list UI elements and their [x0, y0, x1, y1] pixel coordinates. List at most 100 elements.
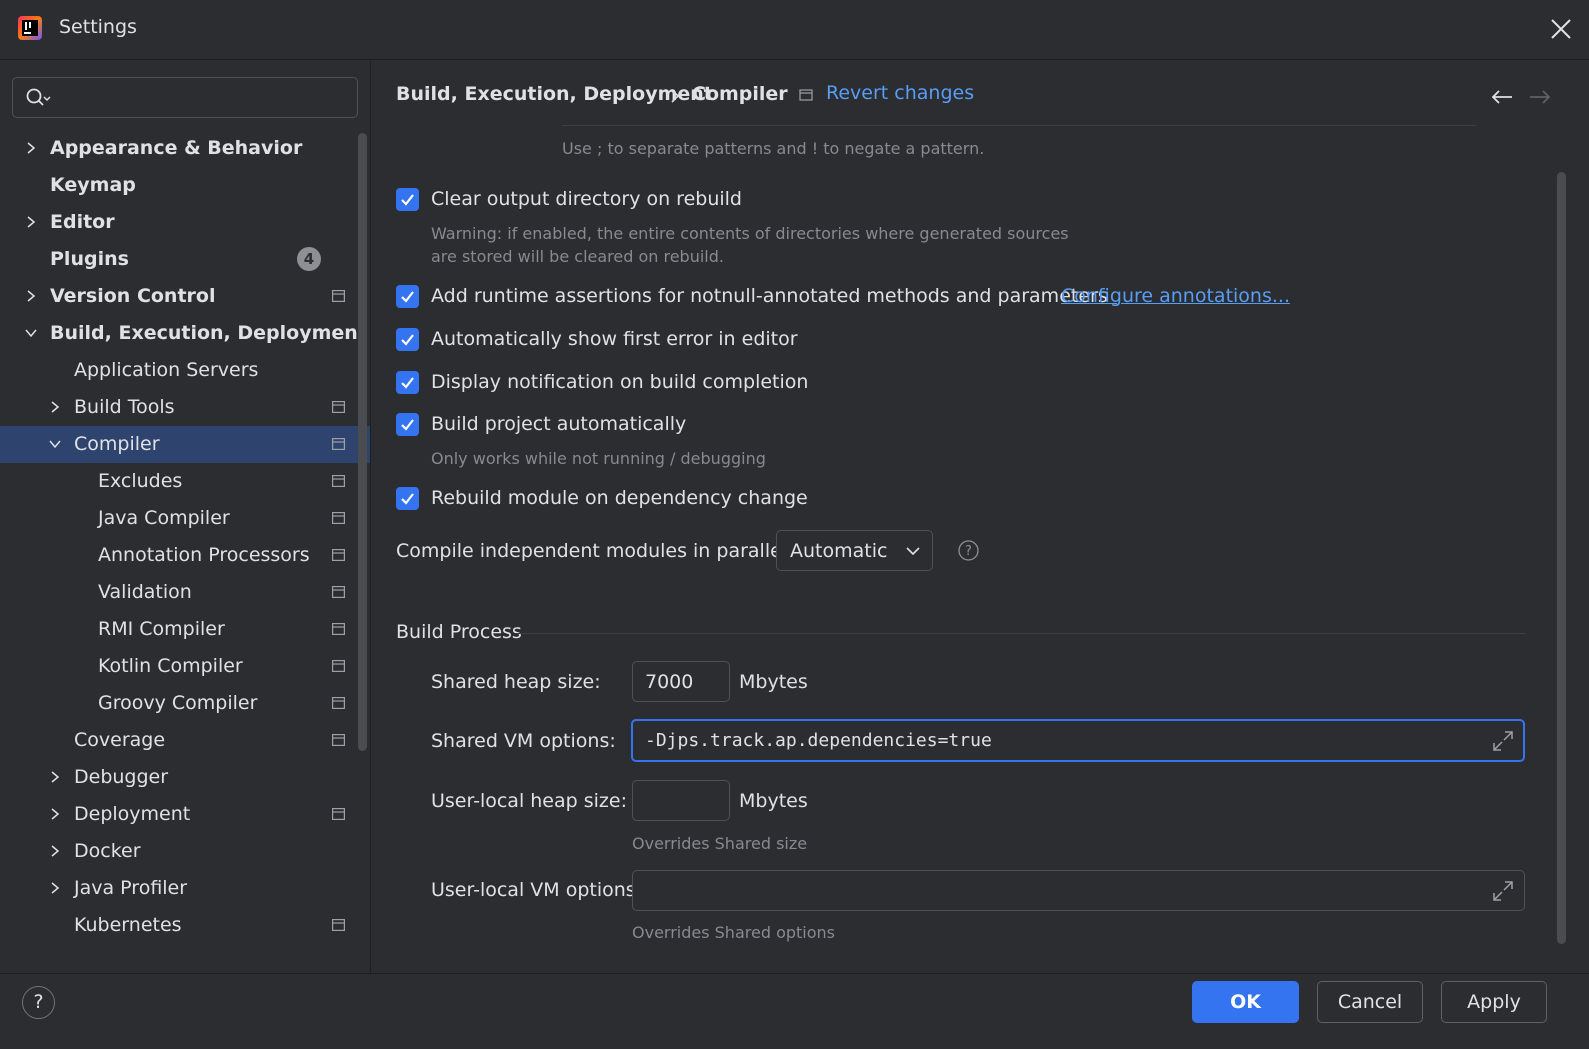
help-button[interactable]: ?: [22, 986, 55, 1019]
parallel-dropdown[interactable]: Automatic: [776, 530, 933, 571]
sidebar-item-annotation-processors[interactable]: Annotation Processors: [0, 537, 370, 574]
runtime-assertions-checkbox[interactable]: [396, 285, 419, 308]
build-notification-label[interactable]: Display notification on build completion: [431, 371, 808, 393]
close-icon[interactable]: [1549, 17, 1573, 41]
sidebar-item-compiler[interactable]: Compiler: [0, 426, 370, 463]
sidebar-item-build-execution-deployment[interactable]: Build, Execution, Deployment: [0, 315, 370, 352]
sidebar-item-build-tools[interactable]: Build Tools: [0, 389, 370, 426]
sidebar-item-rmi-compiler[interactable]: RMI Compiler: [0, 611, 370, 648]
pattern-hint: Use ; to separate patterns and ! to nega…: [562, 139, 985, 158]
show-first-error-checkbox[interactable]: [396, 328, 419, 351]
rebuild-on-dependency-label[interactable]: Rebuild module on dependency change: [431, 487, 808, 509]
chevron-right-icon[interactable]: [25, 142, 37, 154]
sidebar-item-debugger[interactable]: Debugger: [0, 759, 370, 796]
plugins-update-badge: 4: [297, 247, 321, 271]
breadcrumb-parent[interactable]: Build, Execution, Deployment: [396, 83, 713, 105]
project-settings-icon: [332, 401, 345, 413]
project-settings-icon: [332, 734, 345, 746]
sidebar-item-docker[interactable]: Docker: [0, 833, 370, 870]
sidebar-item-keymap[interactable]: Keymap: [0, 167, 370, 204]
chevron-right-icon[interactable]: [49, 808, 61, 820]
sidebar-item-kotlin-compiler[interactable]: Kotlin Compiler: [0, 648, 370, 685]
shared-vm-input[interactable]: [631, 719, 1525, 762]
parallel-dropdown-value: Automatic: [790, 540, 888, 562]
rebuild-on-dependency-checkbox[interactable]: [396, 487, 419, 510]
chevron-right-icon[interactable]: [25, 290, 37, 302]
checkmark-icon: [401, 419, 414, 431]
configure-annotations-link[interactable]: Configure annotations...: [1061, 285, 1290, 307]
window-title: Settings: [59, 16, 137, 38]
arrow-right-icon[interactable]: [1529, 89, 1551, 105]
sidebar-item-plugins[interactable]: Plugins 4: [0, 241, 370, 278]
chevron-down-icon[interactable]: [49, 438, 61, 450]
runtime-assertions-label[interactable]: Add runtime assertions for notnull-annot…: [431, 285, 1108, 307]
chevron-right-icon[interactable]: [49, 845, 61, 857]
checkmark-icon: [401, 291, 414, 303]
sidebar-item-editor[interactable]: Editor: [0, 204, 370, 241]
build-notification-checkbox[interactable]: [396, 371, 419, 394]
expand-icon[interactable]: [1492, 730, 1514, 752]
local-heap-input[interactable]: [632, 780, 730, 821]
sidebar-item-groovy-compiler[interactable]: Groovy Compiler: [0, 685, 370, 722]
sidebar-item-java-profiler[interactable]: Java Profiler: [0, 870, 370, 907]
chevron-down-icon[interactable]: [25, 327, 37, 339]
project-settings-icon: [332, 475, 345, 487]
sidebar-item-version-control[interactable]: Version Control: [0, 278, 370, 315]
sidebar-item-label: Editor: [50, 211, 115, 233]
chevron-right-icon[interactable]: [49, 771, 61, 783]
settings-sidebar: Appearance & Behavior Keymap Editor Plugins…: [0, 61, 371, 973]
build-automatically-checkbox[interactable]: [396, 413, 419, 436]
ok-button[interactable]: OK: [1192, 981, 1299, 1023]
cancel-button[interactable]: Cancel: [1317, 981, 1423, 1023]
arrow-left-icon[interactable]: [1491, 89, 1513, 105]
sidebar-item-label: Keymap: [50, 174, 136, 196]
project-settings-icon: [332, 586, 345, 598]
sidebar-item-label: Validation: [98, 581, 192, 603]
sidebar-item-deployment[interactable]: Deployment: [0, 796, 370, 833]
expand-icon[interactable]: [1492, 880, 1514, 902]
sidebar-scrollbar[interactable]: [358, 133, 367, 751]
chevron-down-icon: [906, 547, 920, 556]
build-automatically-label[interactable]: Build project automatically: [431, 413, 686, 435]
checkmark-icon: [401, 194, 414, 206]
sidebar-item-label: Debugger: [74, 766, 169, 788]
clear-output-checkbox[interactable]: [396, 188, 419, 211]
search-field[interactable]: [12, 77, 358, 118]
breadcrumb-current: Compiler: [692, 83, 788, 105]
sidebar-item-label: Kubernetes: [74, 914, 182, 936]
sidebar-item-label: Version Control: [50, 285, 216, 307]
revert-changes-link[interactable]: Revert changes: [826, 82, 974, 104]
checkmark-icon: [401, 377, 414, 389]
show-first-error-label[interactable]: Automatically show first error in editor: [431, 328, 798, 350]
svg-text:?: ?: [965, 544, 972, 559]
sidebar-item-coverage[interactable]: Coverage: [0, 722, 370, 759]
build-process-title: Build Process: [396, 621, 522, 643]
sidebar-item-java-compiler[interactable]: Java Compiler: [0, 500, 370, 537]
chevron-right-icon[interactable]: [25, 216, 37, 228]
intellij-logo-icon: [18, 16, 42, 40]
shared-heap-input[interactable]: [632, 661, 730, 702]
sidebar-item-appearance-behavior[interactable]: Appearance & Behavior: [0, 130, 370, 167]
search-input[interactable]: [61, 84, 351, 112]
title-bar: Settings: [0, 0, 1589, 60]
help-icon[interactable]: ?: [958, 540, 979, 561]
apply-button[interactable]: Apply: [1441, 981, 1547, 1023]
sidebar-item-excludes[interactable]: Excludes: [0, 463, 370, 500]
chevron-right-icon[interactable]: [49, 401, 61, 413]
local-vm-label: User-local VM options:: [431, 879, 643, 901]
project-settings-icon: [332, 697, 345, 709]
sidebar-item-kubernetes[interactable]: Kubernetes: [0, 907, 370, 944]
chevron-right-icon[interactable]: [49, 882, 61, 894]
content-scrollbar[interactable]: [1557, 172, 1566, 944]
sidebar-item-application-servers[interactable]: Application Servers: [0, 352, 370, 389]
local-vm-input[interactable]: [632, 870, 1525, 911]
project-settings-icon: [332, 660, 345, 672]
project-settings-icon: [332, 438, 345, 450]
sidebar-item-label: Java Compiler: [98, 507, 230, 529]
sidebar-item-label: Application Servers: [74, 359, 259, 381]
sidebar-item-label: Compiler: [74, 433, 160, 455]
checkmark-icon: [401, 334, 414, 346]
clear-output-label[interactable]: Clear output directory on rebuild: [431, 188, 742, 210]
sidebar-item-validation[interactable]: Validation: [0, 574, 370, 611]
shared-vm-label: Shared VM options:: [431, 730, 616, 752]
